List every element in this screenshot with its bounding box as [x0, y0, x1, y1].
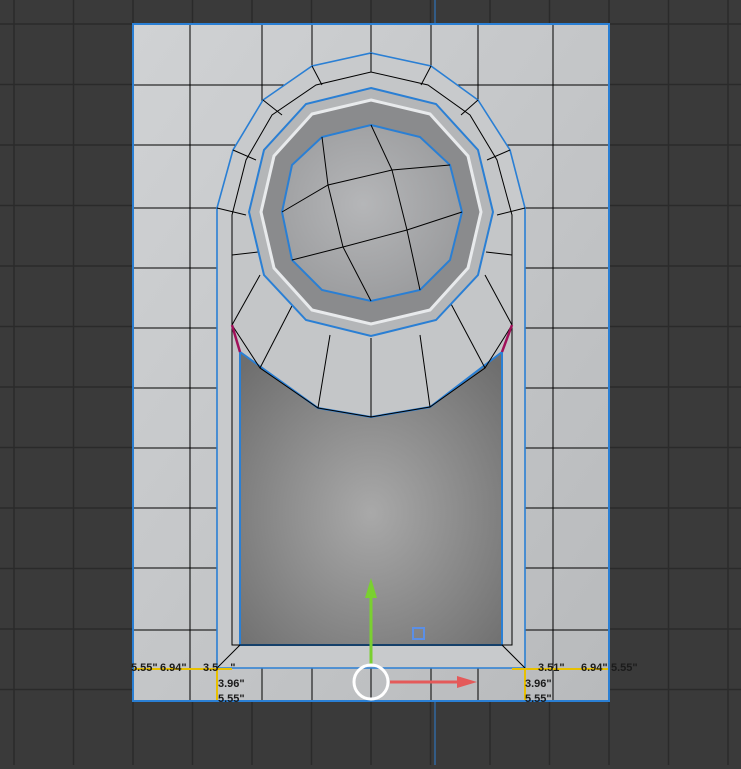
dim-left-bottom: 5.55" — [218, 693, 245, 705]
dim-left-height: 3.96" — [218, 678, 245, 690]
dim-left-outer: 5.55" — [131, 662, 158, 674]
dim-left-inner-value: 3.5 — [203, 662, 218, 674]
mesh-hole-face[interactable] — [280, 123, 464, 303]
dim-right-height: 3.96" — [525, 678, 552, 690]
dim-left-mid: 6.94" — [160, 662, 187, 674]
dim-right-inner: 3.51" — [538, 662, 565, 674]
dim-right-mid: 6.94" — [581, 662, 608, 674]
dim-right-outer: 5.55" — [611, 662, 638, 674]
3d-viewport[interactable]: 5.55" 6.94" 3.5 " 3.96" 5.55" 3.51" 6.94"… — [0, 0, 741, 765]
dim-right-bottom: 5.55" — [525, 693, 552, 705]
viewport-canvas[interactable]: 5.55" 6.94" 3.5 " 3.96" 5.55" 3.51" 6.94"… — [0, 0, 741, 765]
dim-left-inner-suffix: " — [230, 662, 235, 674]
